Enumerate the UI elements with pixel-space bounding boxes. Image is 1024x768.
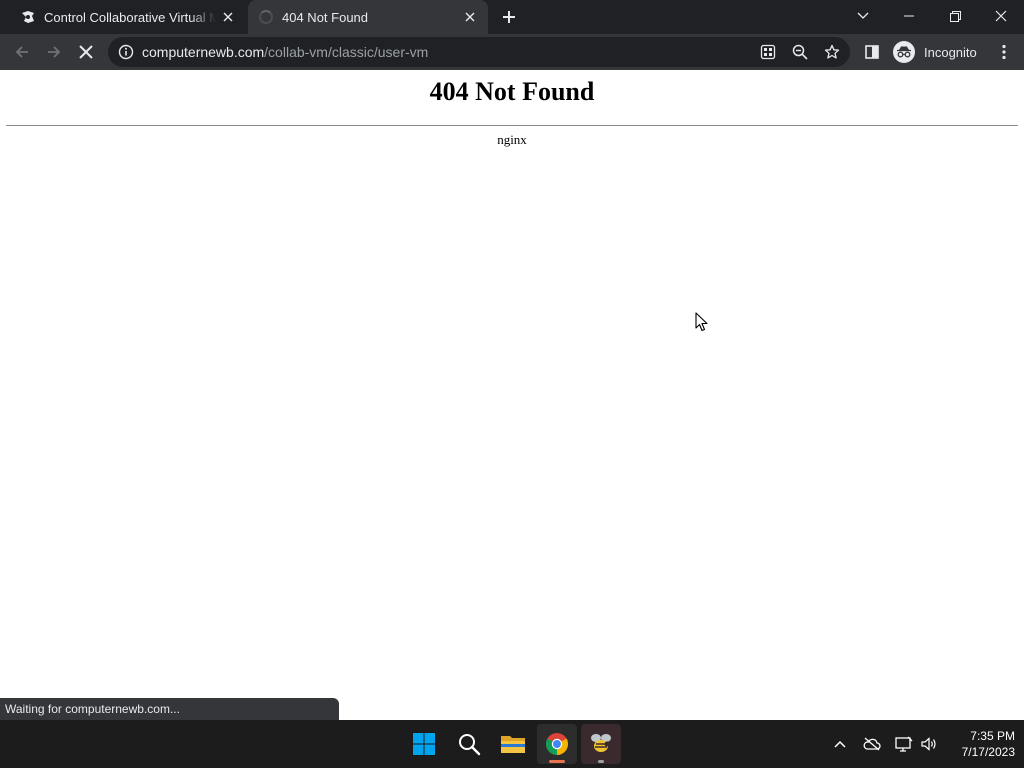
forward-button[interactable] bbox=[40, 38, 68, 66]
install-app-icon[interactable] bbox=[758, 42, 778, 62]
stop-loading-button[interactable] bbox=[72, 38, 100, 66]
close-tab-icon[interactable] bbox=[216, 5, 240, 29]
back-button[interactable] bbox=[8, 38, 36, 66]
clock-date: 7/17/2023 bbox=[961, 745, 1015, 759]
incognito-label: Incognito bbox=[924, 44, 977, 60]
volume-icon[interactable] bbox=[919, 734, 939, 754]
taskbar-search-button[interactable] bbox=[449, 724, 489, 764]
restore-button[interactable] bbox=[932, 0, 978, 32]
status-bubble: Waiting for computernewb.com... bbox=[0, 698, 339, 720]
browser-toolbar: computernewb.com/collab-vm/classic/user-… bbox=[0, 34, 1024, 70]
bookmark-star-icon[interactable] bbox=[822, 42, 842, 62]
arrow-right-icon bbox=[48, 46, 61, 58]
chevron-up-icon bbox=[834, 740, 846, 748]
tab-search-button[interactable] bbox=[840, 0, 886, 32]
windows-taskbar: 7:35 PM 7/17/2023 bbox=[0, 720, 1024, 768]
page-viewport: 404 Not Found nginx Waiting for computer… bbox=[0, 70, 1024, 720]
plus-icon bbox=[503, 11, 515, 23]
running-indicator bbox=[549, 760, 565, 763]
taskbar-collabvm-app[interactable] bbox=[581, 724, 621, 764]
taskbar-file-explorer[interactable] bbox=[493, 724, 533, 764]
url-path: /collab-vm/classic/user-vm bbox=[264, 44, 429, 60]
minimize-icon bbox=[904, 15, 914, 17]
close-window-button[interactable] bbox=[978, 0, 1024, 32]
tab-title: 404 Not Found bbox=[282, 9, 369, 25]
incognito-icon bbox=[893, 41, 915, 63]
server-signature: nginx bbox=[497, 132, 527, 147]
tab-404[interactable]: 404 Not Found bbox=[248, 0, 488, 34]
tab-title: Control Collaborative Virtual Mac bbox=[44, 9, 216, 25]
kebab-menu-icon bbox=[1002, 44, 1006, 60]
search-icon bbox=[459, 734, 481, 756]
clock-time: 7:35 PM bbox=[970, 729, 1015, 743]
info-icon[interactable] bbox=[118, 44, 134, 60]
new-tab-button[interactable] bbox=[496, 5, 522, 29]
collabvm-icon bbox=[20, 9, 36, 25]
minimize-button[interactable] bbox=[886, 0, 932, 32]
address-bar[interactable]: computernewb.com/collab-vm/classic/user-… bbox=[108, 37, 850, 67]
collabvm-app-icon bbox=[591, 734, 611, 752]
close-tab-icon[interactable] bbox=[458, 5, 482, 29]
tab-collabvm[interactable]: Control Collaborative Virtual Mac bbox=[8, 0, 246, 34]
incognito-indicator[interactable]: Incognito bbox=[890, 38, 982, 66]
menu-button[interactable] bbox=[990, 38, 1018, 66]
mouse-cursor-icon bbox=[695, 312, 708, 332]
close-icon bbox=[79, 45, 93, 59]
divider bbox=[6, 125, 1018, 126]
taskbar-chrome[interactable] bbox=[537, 724, 577, 764]
url-text[interactable]: computernewb.com/collab-vm/classic/user-… bbox=[142, 44, 428, 60]
side-panel-button[interactable] bbox=[858, 38, 886, 66]
show-hidden-icons-button[interactable] bbox=[830, 734, 850, 754]
start-button[interactable] bbox=[404, 724, 444, 764]
side-panel-icon bbox=[865, 45, 879, 59]
system-clock[interactable]: 7:35 PM 7/17/2023 bbox=[945, 728, 1015, 760]
start-icon bbox=[413, 733, 435, 755]
file-explorer-icon bbox=[501, 736, 525, 753]
network-icon[interactable] bbox=[894, 734, 914, 754]
onedrive-tray-icon[interactable] bbox=[862, 734, 882, 754]
loading-spinner-icon bbox=[258, 9, 274, 25]
chrome-icon bbox=[546, 733, 568, 755]
url-host: computernewb.com bbox=[142, 44, 265, 60]
running-indicator bbox=[598, 760, 604, 763]
chevron-down-icon bbox=[857, 12, 869, 19]
tab-strip: Control Collaborative Virtual Mac 404 No… bbox=[0, 0, 1024, 34]
close-icon bbox=[995, 10, 1007, 22]
zoom-icon[interactable] bbox=[790, 42, 810, 62]
restore-icon bbox=[949, 10, 961, 22]
arrow-left-icon bbox=[15, 46, 28, 58]
page-heading: 404 Not Found bbox=[429, 77, 595, 106]
